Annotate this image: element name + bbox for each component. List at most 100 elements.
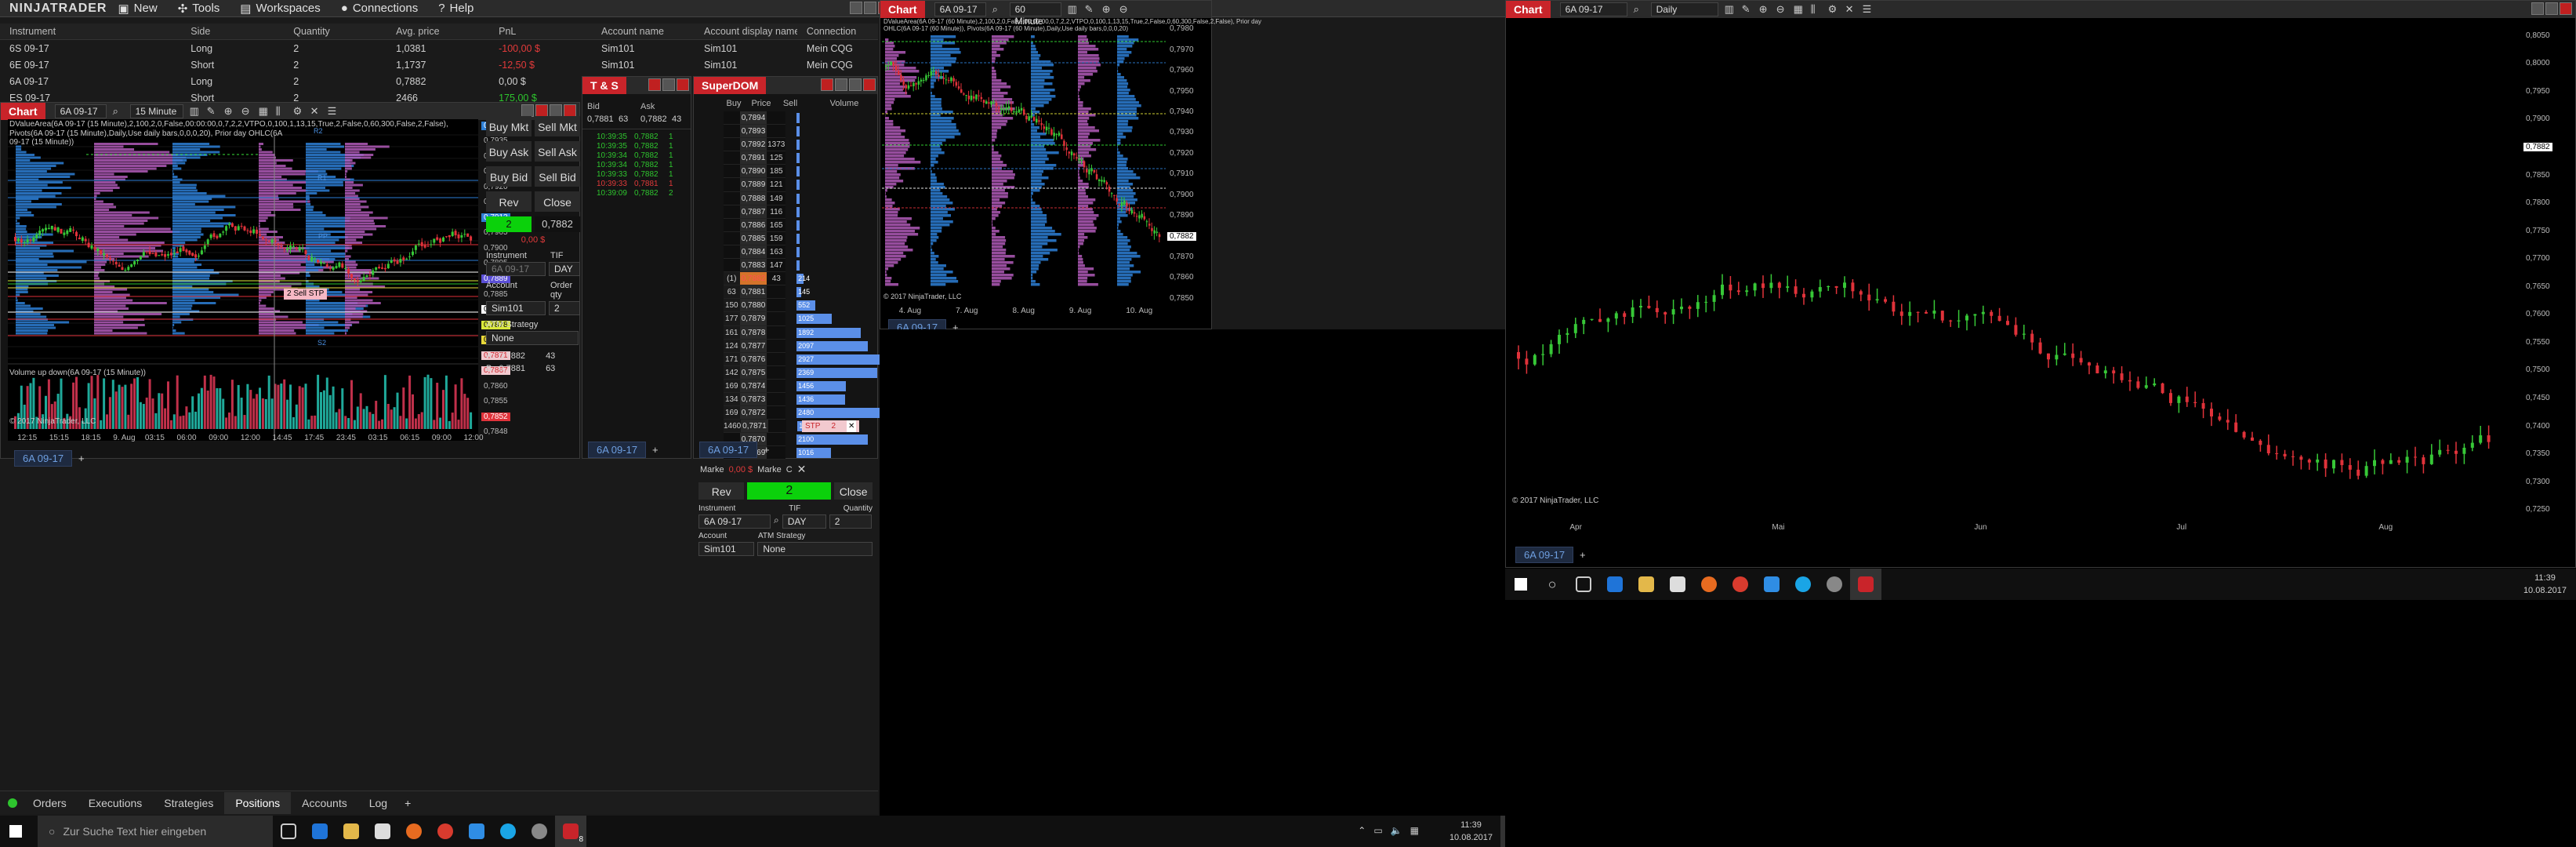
satellite-app-icon[interactable] <box>524 816 555 847</box>
buy-bid-button[interactable]: Buy Bid <box>486 166 532 187</box>
dom-sell-cell[interactable] <box>767 111 786 125</box>
dom-buy-cell[interactable]: 142 <box>724 365 740 380</box>
dom-buy-cell[interactable]: (1) <box>724 272 740 286</box>
maximize-icon[interactable] <box>662 78 675 91</box>
dom-sell-cell[interactable]: 185 <box>767 165 786 179</box>
dom-sell-cell[interactable]: 149 <box>767 191 786 205</box>
dom-price-cell[interactable]: 0,7880 <box>739 299 767 313</box>
dom-sell-cell[interactable] <box>767 365 786 380</box>
ts-tab[interactable]: 6A 09-17 <box>588 441 647 458</box>
dom-row[interactable]: 0,7889 121 <box>724 178 877 192</box>
edge-icon[interactable] <box>1599 569 1631 600</box>
dom-row[interactable]: 0,7888 149 <box>724 191 877 205</box>
dom-row[interactable]: 169 0,7872 2480 <box>724 406 881 420</box>
search-icon[interactable]: ⌕ <box>992 4 1003 15</box>
dom-price-cell[interactable]: 0,7874 <box>739 379 767 393</box>
windows-start-icon[interactable] <box>1505 569 1537 600</box>
chart3-price-axis[interactable]: 0,8050 0,8000 0,7950 0,7900 0,7882 0,7850 0,78… <box>2522 23 2575 525</box>
minimize-icon[interactable] <box>521 104 534 117</box>
dom-price-cell[interactable]: 0,7876 <box>739 352 767 366</box>
dom-price-cell[interactable]: 0,7872 <box>739 406 767 420</box>
dom-price-cell[interactable]: 0,7877 <box>739 339 767 353</box>
dom-sell-cell[interactable] <box>767 379 786 393</box>
dom-buy-cell[interactable]: 169 <box>724 379 740 393</box>
dom-sell-cell[interactable] <box>767 125 786 139</box>
indicators-icon[interactable]: ⫼ <box>276 106 287 117</box>
dom-row[interactable]: 0,7893 <box>724 125 877 139</box>
taskbar2-clock[interactable]: 11:39 10.08.2017 <box>2523 572 2567 597</box>
store-icon[interactable] <box>367 816 398 847</box>
dom-stop-order[interactable]: STP 2 ✕ <box>802 420 860 433</box>
dom-buy-cell[interactable] <box>724 165 740 179</box>
col-pnl[interactable]: PnL <box>489 26 592 37</box>
chart2-interval-select[interactable]: 60 Minute <box>1009 2 1061 27</box>
dom-account-select[interactable]: Sim101 <box>698 542 755 557</box>
dom-c-label[interactable]: C <box>786 465 793 474</box>
volume-icon[interactable]: 🔈 <box>1391 825 1402 836</box>
sell-stop-order-marker[interactable]: 2 Sell STP <box>284 289 328 300</box>
dom-buy-cell[interactable] <box>724 151 740 165</box>
zoom-out-icon[interactable]: ⊖ <box>241 106 252 117</box>
chart1-plot[interactable]: R2R1PPS1S2 DValueArea(6A 09-17 (15 Minut… <box>8 119 478 441</box>
dom-row[interactable]: 150 0,7880 552 <box>724 299 877 313</box>
draw-tool-icon[interactable]: ✎ <box>207 106 218 117</box>
order-qty-stepper[interactable]: 2 <box>549 301 580 315</box>
menu-tools[interactable]: ✣ Tools <box>178 2 220 16</box>
dom-buy-cell[interactable]: 169 <box>724 406 740 420</box>
dom-row[interactable]: 171 0,7876 2927 <box>724 352 896 366</box>
dom-price-cell[interactable]: 0,7886 <box>739 218 767 232</box>
minimize-icon[interactable] <box>821 78 833 91</box>
add-tab-icon[interactable]: + <box>78 453 85 464</box>
skype-icon[interactable] <box>1787 569 1819 600</box>
network-icon[interactable]: ▭ <box>1373 825 1382 836</box>
restore-icon[interactable] <box>550 104 562 117</box>
search-icon[interactable]: ⌕ <box>1634 4 1645 15</box>
menu-new[interactable]: ▣ New <box>118 2 157 16</box>
dom-row[interactable]: 161 0,7878 1892 <box>724 325 877 340</box>
buy-ask-button[interactable]: Buy Ask <box>486 141 532 162</box>
properties-icon[interactable]: ☰ <box>1863 4 1874 15</box>
dom-tif-select[interactable]: DAY <box>782 514 826 529</box>
dom-buy-cell[interactable] <box>724 259 740 273</box>
add-tab-icon[interactable]: + <box>652 444 659 456</box>
add-tab-icon[interactable]: + <box>764 444 770 456</box>
zoom-out-icon[interactable]: ⊖ <box>1119 4 1130 15</box>
chrome-icon[interactable] <box>1725 569 1756 600</box>
col-account-name[interactable]: Account name <box>592 26 695 37</box>
close-position-button[interactable]: Close <box>535 191 580 212</box>
store-icon[interactable] <box>1662 569 1693 600</box>
dom-price-cell[interactable]: 0,7873 <box>739 392 767 407</box>
properties-icon[interactable]: ☰ <box>328 106 339 117</box>
sell-bid-button[interactable]: Sell Bid <box>535 166 580 187</box>
instrument-select[interactable]: 6A 09-17 <box>486 262 546 276</box>
menu-connections[interactable]: ● Connections <box>341 2 418 15</box>
tab-executions[interactable]: Executions <box>78 792 153 814</box>
dom-sell-cell[interactable] <box>767 406 786 420</box>
dom-buy-cell[interactable] <box>724 231 740 245</box>
dom-price-cell[interactable]: 0,7887 <box>739 205 767 219</box>
add-tab-icon[interactable]: + <box>1580 549 1586 561</box>
dom-sell-cell[interactable] <box>767 312 786 326</box>
dom-row[interactable]: 142 0,7875 2369 <box>724 365 877 380</box>
close-icon[interactable] <box>2560 2 2572 15</box>
dom-price-cell[interactable]: 0,7882 <box>739 272 767 286</box>
dom-price-cell[interactable]: 0,7888 <box>739 191 767 205</box>
dom-price-cell[interactable]: 0,7871 <box>741 420 768 434</box>
dom-sell-cell[interactable] <box>767 339 786 353</box>
dom-row[interactable]: 0,7885 159 <box>724 231 877 245</box>
dom-price-cell[interactable]: 0,7890 <box>739 165 767 179</box>
search-icon[interactable]: ⌕ <box>113 106 124 117</box>
tab-strategies[interactable]: Strategies <box>153 792 224 814</box>
dom-buy-cell[interactable] <box>724 245 740 260</box>
zoom-out-icon[interactable]: ⊖ <box>1776 4 1787 15</box>
atm-strategy-select[interactable]: None <box>486 331 579 345</box>
dom-sell-cell[interactable] <box>767 299 786 313</box>
dom-row[interactable]: 134 0,7873 1436 <box>724 392 877 407</box>
dom-buy-cell[interactable]: 177 <box>724 312 740 326</box>
dom-price-cell[interactable]: 0,7878 <box>739 325 767 340</box>
dom-price-cell[interactable]: 0,7881 <box>739 285 767 300</box>
maximize-icon[interactable] <box>864 2 876 14</box>
dom-sell-cell[interactable]: 121 <box>767 178 786 192</box>
superdom-ladder[interactable]: 0,7894 0,7893 0,7892 1373 0,7891 125 0,7890 185… <box>694 111 896 460</box>
dom-price-cell[interactable]: 0,7893 <box>739 125 767 139</box>
